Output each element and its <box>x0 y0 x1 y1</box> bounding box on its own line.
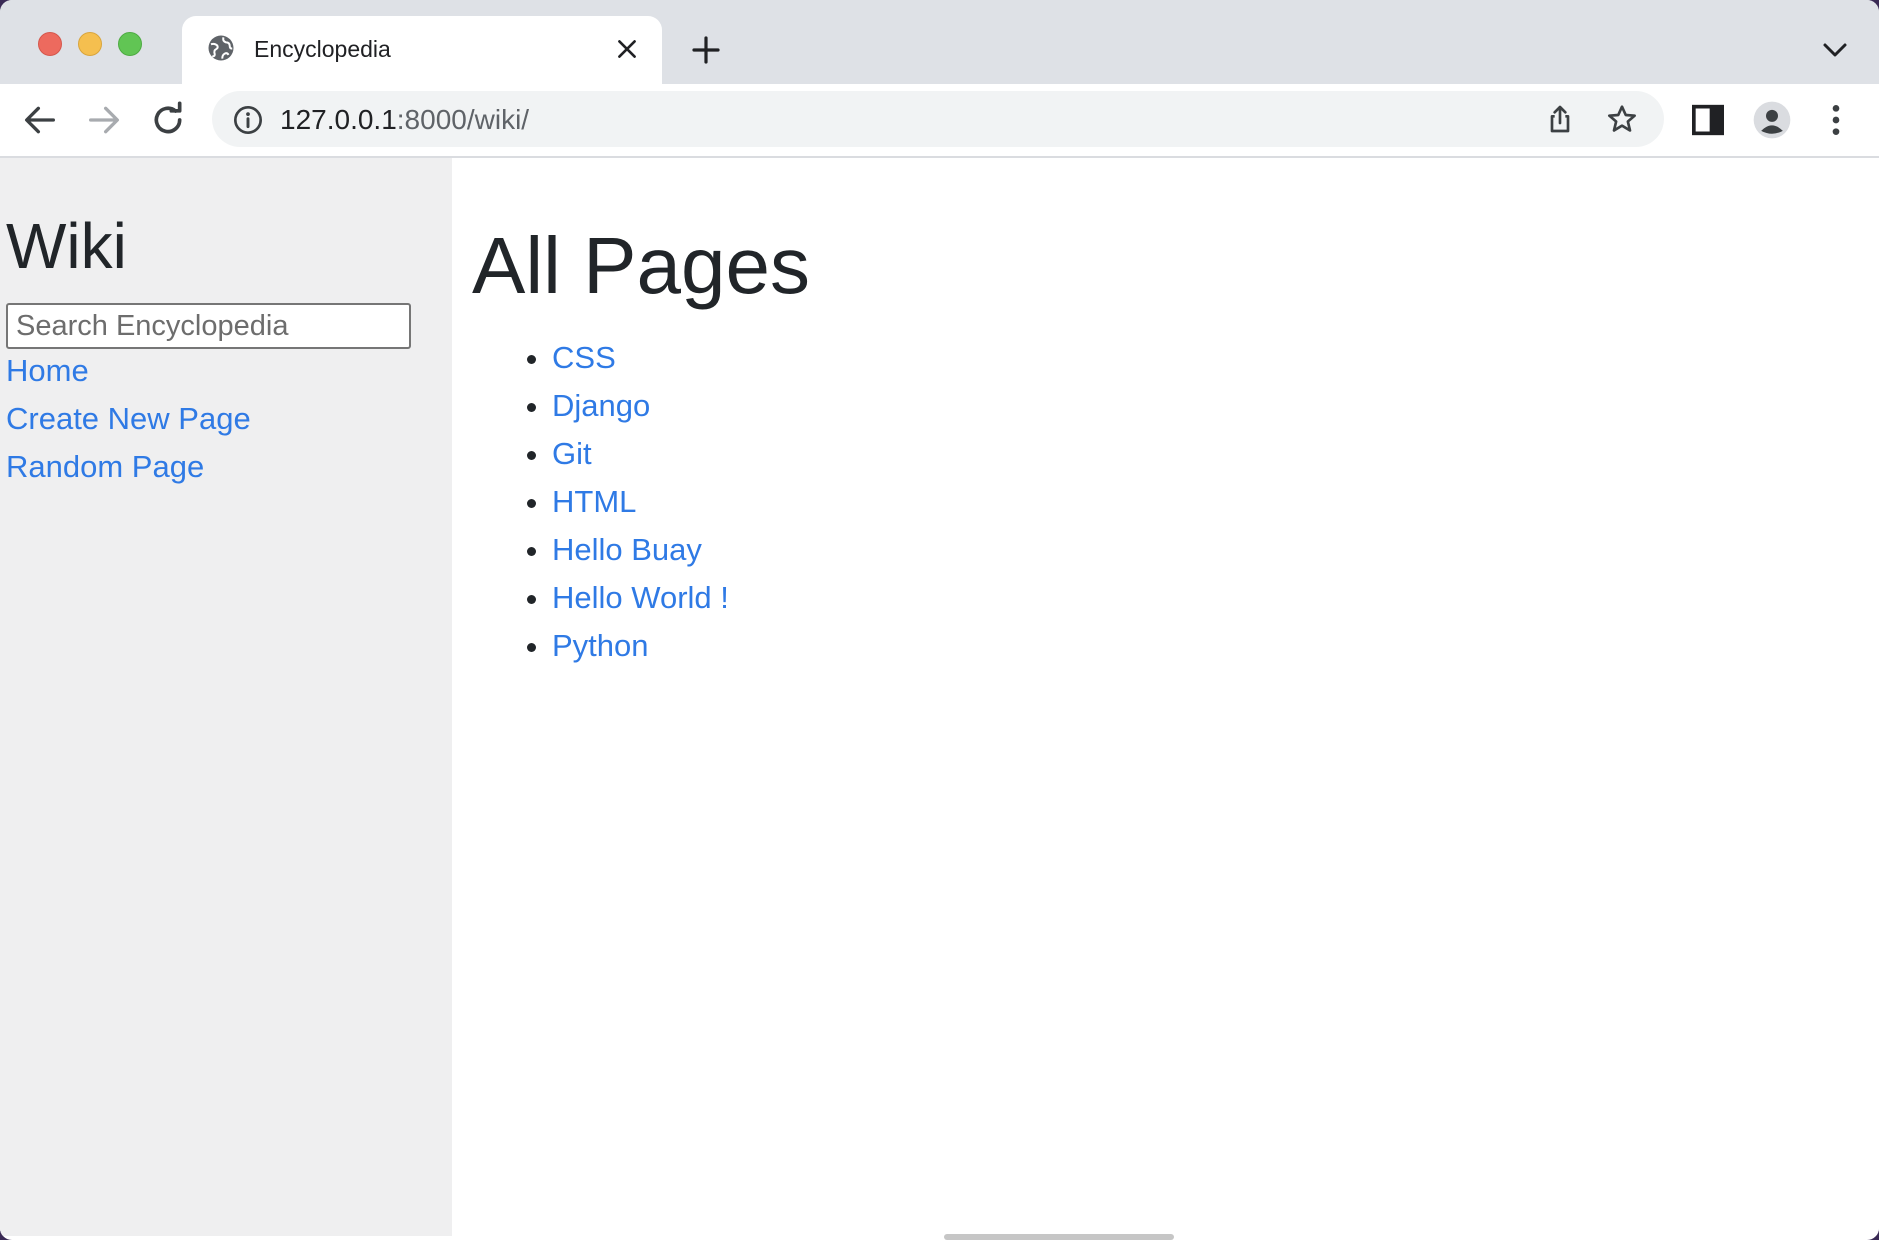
search-input[interactable] <box>6 303 411 349</box>
list-item: Python <box>552 622 729 670</box>
profile-icon[interactable] <box>1752 100 1792 140</box>
list-item: Hello World ! <box>552 574 729 622</box>
entry-link-hello-buay[interactable]: Hello Buay <box>552 532 702 567</box>
list-item: HTML <box>552 478 729 526</box>
nav-link-create-new-page[interactable]: Create New Page <box>6 401 251 437</box>
entry-link-django[interactable]: Django <box>552 388 650 423</box>
plus-icon[interactable] <box>690 34 722 66</box>
globe-icon <box>208 35 234 61</box>
browser-window: Encyclopedia 127.0.0.1:8000/wiki/ Wiki S… <box>0 0 1879 1240</box>
maximize-window-button[interactable] <box>118 32 142 56</box>
more-vertical-icon[interactable] <box>1816 100 1856 140</box>
arrow-left-icon[interactable] <box>20 100 60 140</box>
chevron-down-icon[interactable] <box>1820 38 1850 62</box>
nav-link-random-page[interactable]: Random Page <box>6 449 204 485</box>
sidebar-title: Wiki <box>6 210 127 282</box>
list-item: Git <box>552 430 729 478</box>
reload-icon[interactable] <box>148 100 188 140</box>
url-host: 127.0.0.1 <box>280 104 397 135</box>
arrow-right-icon[interactable] <box>84 100 124 140</box>
list-item: Django <box>552 382 729 430</box>
entry-link-html[interactable]: HTML <box>552 484 636 519</box>
entry-link-hello-world[interactable]: Hello World ! <box>552 580 729 615</box>
url-path: :8000/wiki/ <box>396 104 530 135</box>
tab-strip: Encyclopedia <box>0 0 1879 84</box>
list-item: Hello Buay <box>552 526 729 574</box>
share-icon[interactable] <box>1544 103 1576 135</box>
info-icon[interactable] <box>232 104 264 136</box>
side-panel-icon[interactable] <box>1688 100 1728 140</box>
list-item: CSS <box>552 334 729 382</box>
entry-link-git[interactable]: Git <box>552 436 592 471</box>
close-icon[interactable] <box>614 36 640 62</box>
close-window-button[interactable] <box>38 32 62 56</box>
entry-link-css[interactable]: CSS <box>552 340 616 375</box>
page-title: All Pages <box>472 221 810 310</box>
sidebar: Wiki Home Create New Page Random Page <box>0 158 452 1236</box>
horizontal-scrollbar[interactable] <box>944 1234 1174 1240</box>
browser-toolbar: 127.0.0.1:8000/wiki/ <box>0 84 1879 158</box>
pages-list: CSS Django Git HTML Hello Buay Hello Wor… <box>472 334 729 670</box>
tab-encyclopedia[interactable]: Encyclopedia <box>182 16 662 84</box>
url-text[interactable]: 127.0.0.1:8000/wiki/ <box>280 104 529 136</box>
nav-link-home[interactable]: Home <box>6 353 89 389</box>
star-icon[interactable] <box>1606 103 1638 135</box>
minimize-window-button[interactable] <box>78 32 102 56</box>
page-viewport: Wiki Home Create New Page Random Page Al… <box>0 158 1879 1236</box>
address-bar[interactable]: 127.0.0.1:8000/wiki/ <box>212 91 1664 147</box>
entry-link-python[interactable]: Python <box>552 628 649 663</box>
tab-title: Encyclopedia <box>254 36 391 62</box>
